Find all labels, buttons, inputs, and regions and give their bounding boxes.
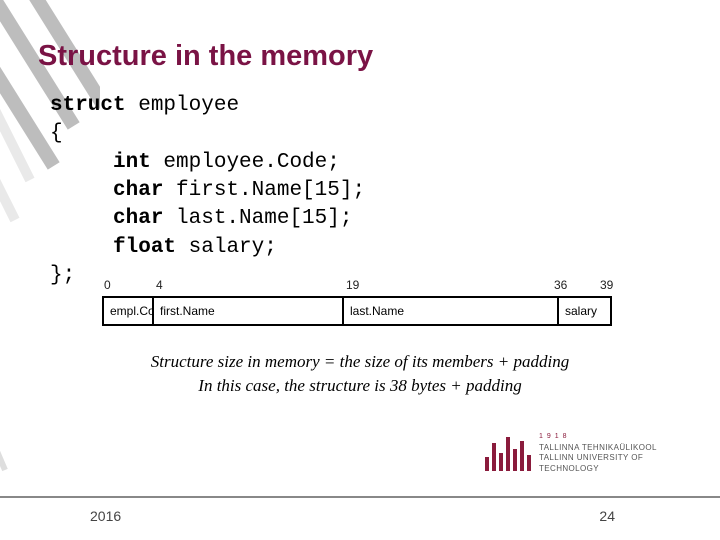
slide-title: Structure in the memory — [38, 40, 373, 73]
memory-cell: last.Name — [344, 298, 559, 324]
memory-cell: salary — [559, 298, 614, 324]
page-number: 24 — [599, 508, 615, 524]
footer-year: 2016 — [90, 508, 121, 524]
offset-value: 19 — [346, 278, 359, 292]
offset-value: 0 — [104, 278, 111, 292]
logo-bars-icon — [485, 435, 531, 471]
code-block: struct employee { int employee.Code; cha… — [50, 92, 365, 290]
code-keyword: char — [50, 207, 163, 230]
code-text: employee — [126, 94, 239, 117]
code-text: salary; — [176, 236, 277, 259]
code-keyword: struct — [50, 94, 126, 117]
university-logo: 1918 TALLINNA TEHNIKAÜLIKOOL TALLINN UNI… — [485, 431, 690, 475]
code-keyword: float — [50, 236, 176, 259]
memory-cell: empl.Co — [104, 298, 154, 324]
logo-line: TALLINN UNIVERSITY OF TECHNOLOGY — [539, 453, 690, 474]
footer-divider — [0, 496, 720, 498]
offset-value: 4 — [156, 278, 163, 292]
code-text: { — [50, 122, 63, 145]
code-keyword: char — [50, 179, 163, 202]
byte-offsets: 0 4 19 36 39 — [102, 278, 612, 296]
offset-value: 36 — [554, 278, 567, 292]
offset-value: 39 — [600, 278, 613, 292]
code-text: last.Name[15]; — [163, 207, 352, 230]
explanation-text: Structure size in memory = the size of i… — [0, 350, 720, 398]
memory-row: empl.Co first.Name last.Name salary — [102, 296, 612, 326]
memory-cell: first.Name — [154, 298, 344, 324]
logo-line: TALLINNA TEHNIKAÜLIKOOL — [539, 443, 690, 453]
memory-layout: 0 4 19 36 39 empl.Co first.Name last.Nam… — [102, 278, 612, 326]
explanation-line: Structure size in memory = the size of i… — [0, 350, 720, 374]
explanation-line: In this case, the structure is 38 bytes … — [0, 374, 720, 398]
code-text: first.Name[15]; — [163, 179, 365, 202]
code-keyword: int — [50, 151, 151, 174]
code-text: }; — [50, 264, 75, 287]
logo-year: 1918 — [539, 432, 690, 441]
code-text: employee.Code; — [151, 151, 340, 174]
logo-text: 1918 TALLINNA TEHNIKAÜLIKOOL TALLINN UNI… — [539, 432, 690, 474]
